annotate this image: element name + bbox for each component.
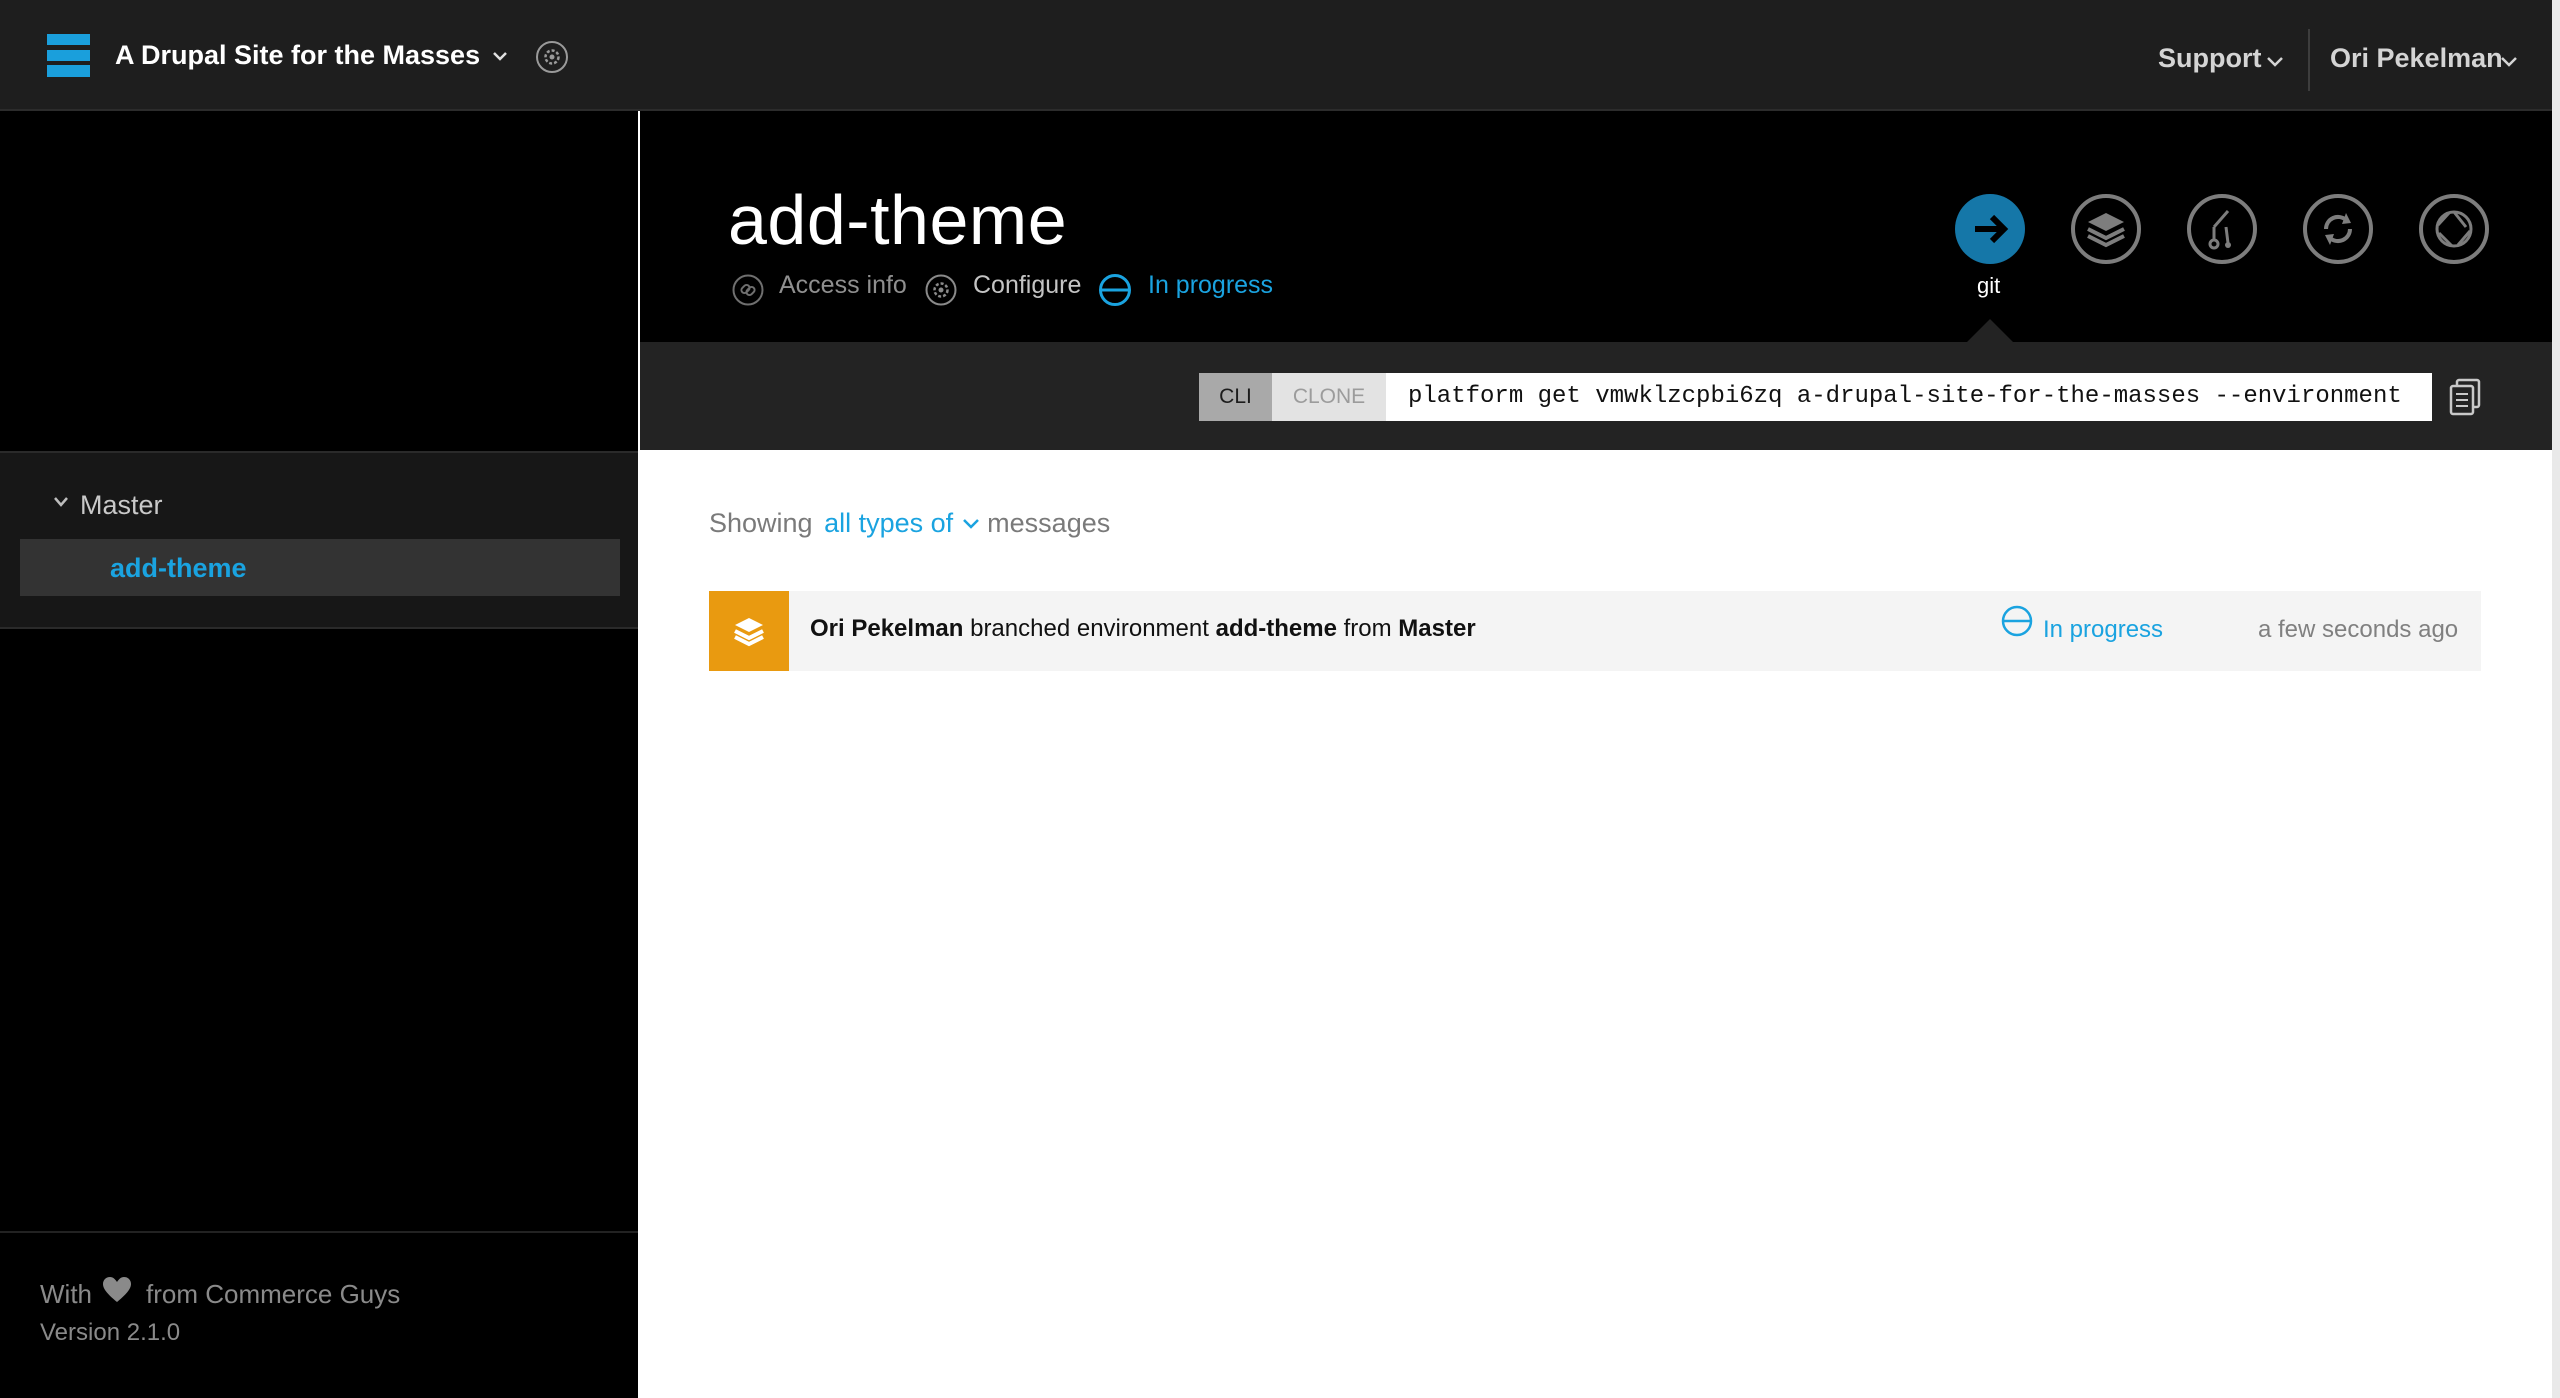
divider: [0, 1231, 638, 1233]
footer-from-text[interactable]: from Commerce Guys: [146, 1279, 400, 1310]
aperture-icon[interactable]: [2418, 193, 2490, 265]
activity-item: Ori Pekelman branched environment add-th…: [709, 591, 2481, 671]
activity-message: Ori Pekelman branched environment add-th…: [810, 615, 1476, 643]
in-progress-icon: [2001, 605, 2033, 637]
platform-logo-icon[interactable]: [47, 34, 90, 78]
activity-environment: add-theme: [1215, 615, 1337, 642]
gear-icon[interactable]: [925, 274, 957, 306]
access-info-link[interactable]: Access info: [779, 271, 907, 300]
git-pointer: [1967, 319, 2013, 342]
divider: [2308, 29, 2310, 91]
activity-timestamp: a few seconds ago: [2258, 616, 2459, 643]
activity-action: branched environment: [970, 615, 1209, 642]
environment-title: add-theme: [728, 181, 1068, 259]
merge-icon[interactable]: [2186, 193, 2258, 265]
copy-icon[interactable]: [2448, 378, 2482, 416]
branch-activity-icon: [709, 591, 789, 671]
link-icon[interactable]: [732, 274, 764, 306]
configure-link[interactable]: Configure: [973, 271, 1081, 300]
sidebar: [0, 111, 638, 1398]
chevron-down-icon[interactable]: [492, 48, 508, 64]
layers-icon: [734, 618, 764, 647]
clone-tab[interactable]: CLONE: [1272, 373, 1386, 421]
layers-icon[interactable]: [2070, 193, 2142, 265]
gear-icon[interactable]: [535, 40, 569, 74]
heart-icon: [103, 1277, 131, 1302]
activity-from: from: [1343, 615, 1392, 642]
cli-command-field[interactable]: platform get vmwklzcpbi6zq a-drupal-site…: [1386, 373, 2432, 421]
activity-status[interactable]: In progress: [2043, 616, 2163, 644]
status-in-progress[interactable]: In progress: [1148, 271, 1273, 300]
footer-with-text: With: [40, 1279, 92, 1309]
activity-parent: Master: [1398, 615, 1476, 642]
chevron-down-icon[interactable]: [961, 517, 981, 531]
in-progress-icon: [1099, 274, 1131, 306]
branch-label: add-theme: [110, 553, 247, 583]
git-arrow-right-icon[interactable]: [1954, 193, 2026, 265]
top-bar: A Drupal Site for the Masses Support Ori…: [0, 0, 2552, 111]
support-menu[interactable]: Support: [2158, 43, 2261, 74]
cli-tab[interactable]: CLI: [1199, 373, 1272, 421]
git-label: git: [1977, 273, 2001, 298]
version-text: Version 2.1.0: [40, 1319, 181, 1346]
activity-filter: Showing all types of messages: [709, 508, 1110, 539]
activity-user: Ori Pekelman: [810, 615, 964, 642]
branch-add-theme[interactable]: add-theme: [20, 539, 620, 596]
chevron-down-icon[interactable]: [2500, 55, 2518, 69]
chevron-down-icon[interactable]: [2266, 55, 2284, 69]
filter-type-dropdown[interactable]: all types of: [824, 508, 953, 538]
chevron-down-icon[interactable]: [53, 496, 69, 508]
window-edge: [2552, 0, 2560, 1398]
sync-icon[interactable]: [2302, 193, 2374, 265]
filter-showing-text: Showing: [709, 508, 813, 538]
branch-master[interactable]: Master: [80, 490, 163, 521]
filter-messages-text: messages: [987, 508, 1111, 538]
user-menu[interactable]: Ori Pekelman: [2330, 43, 2503, 74]
project-title[interactable]: A Drupal Site for the Masses: [115, 40, 480, 71]
